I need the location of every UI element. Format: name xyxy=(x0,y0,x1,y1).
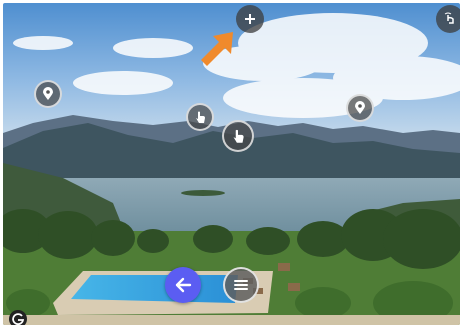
interaction-hotspot-2[interactable] xyxy=(222,120,254,152)
orange-arrow-annotation xyxy=(201,32,233,66)
plus-icon xyxy=(245,14,255,24)
lake-island xyxy=(181,190,225,196)
tap-hand-icon xyxy=(233,129,244,143)
panorama-viewer[interactable] xyxy=(3,3,460,325)
back-button[interactable] xyxy=(165,267,201,303)
add-hotspot-button[interactable] xyxy=(236,5,264,33)
map-pin-icon xyxy=(43,87,53,100)
g-logo-icon xyxy=(9,310,27,325)
swimming-pool xyxy=(71,275,238,303)
interaction-hotspot-1[interactable] xyxy=(186,103,214,131)
tap-hand-icon xyxy=(196,111,205,123)
location-marker-left[interactable] xyxy=(34,80,62,108)
menu-button[interactable] xyxy=(223,267,259,303)
footpath xyxy=(3,315,460,325)
hamburger-menu-icon xyxy=(234,280,248,290)
map-pin-icon xyxy=(355,101,365,114)
panorama-toggle-button[interactable] xyxy=(436,5,460,33)
gyro-hand-icon xyxy=(444,12,454,24)
arrow-left-icon xyxy=(175,277,192,293)
location-marker-right[interactable] xyxy=(346,94,374,122)
